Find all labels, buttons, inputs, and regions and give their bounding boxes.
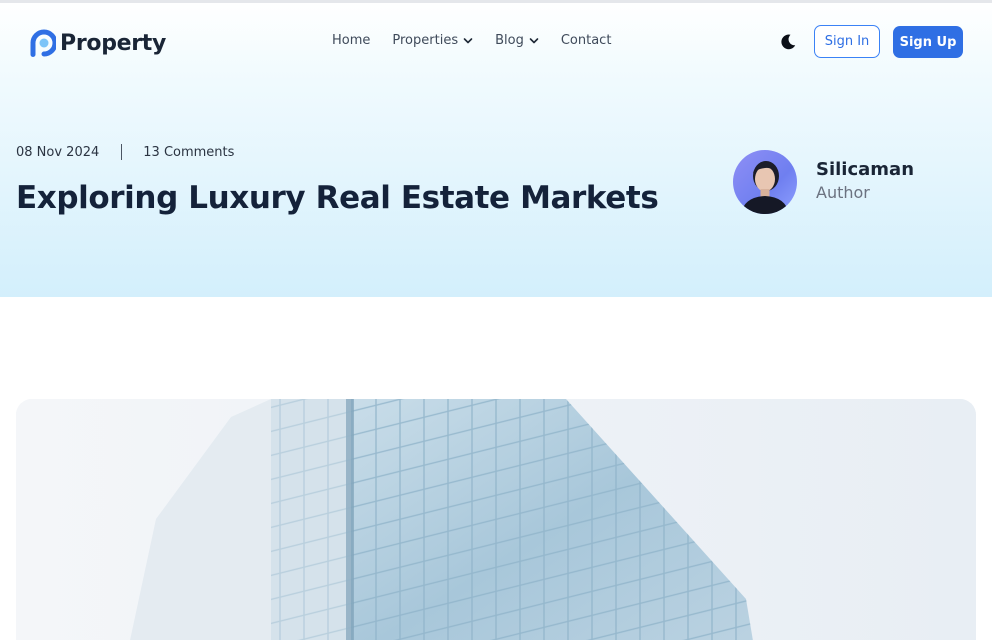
author-avatar [733,150,797,214]
post-meta: 08 Nov 2024 13 Comments [16,144,234,160]
nav-contact[interactable]: Contact [561,33,612,48]
post-title: Exploring Luxury Real Estate Markets [16,180,659,216]
post-date: 08 Nov 2024 [16,144,100,160]
chevron-down-icon [463,37,473,43]
nav-properties-label: Properties [392,33,459,48]
nav-home-label: Home [332,33,371,48]
comment-count[interactable]: 13 Comments [143,145,234,160]
nav-blog-label: Blog [495,33,524,48]
meta-divider [121,144,123,160]
brand-name: Property [60,30,167,56]
glass-building-illustration [16,399,976,640]
author-name[interactable]: Silicaman [816,159,914,180]
author-role: Author [816,183,870,202]
brand-logo[interactable]: Property [28,27,166,59]
moon-icon[interactable] [779,33,797,51]
nav-home[interactable]: Home [332,33,370,48]
nav-blog[interactable]: Blog [495,33,539,48]
author-portrait [741,161,789,214]
sign-up-button[interactable]: Sign Up [893,26,963,58]
nav-contact-label: Contact [560,33,612,48]
property-logo-icon [30,29,56,57]
nav-properties[interactable]: Properties [392,33,473,48]
featured-building-image [16,399,976,640]
main-nav: Home Properties Blog Contact [332,33,633,48]
sign-in-button[interactable]: Sign In [814,25,880,58]
chevron-down-icon [529,37,539,43]
